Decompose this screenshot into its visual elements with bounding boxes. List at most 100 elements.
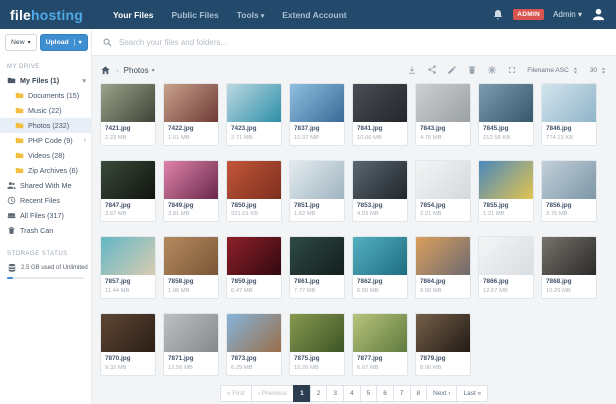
pagination-page-8[interactable]: 8 xyxy=(410,385,428,402)
file-card[interactable]: 7422.jpg1.61 MB xyxy=(163,83,219,146)
file-thumbnail[interactable] xyxy=(416,314,470,352)
upload-button[interactable]: Upload▾ xyxy=(40,34,88,51)
sidebar-item-my-files-1[interactable]: My Files (1)▾ xyxy=(0,73,91,88)
file-thumbnail[interactable] xyxy=(479,237,533,275)
file-thumbnail[interactable] xyxy=(479,84,533,122)
pagination-page-5[interactable]: 5 xyxy=(360,385,378,402)
new-button[interactable]: New▾ xyxy=(5,34,37,51)
file-card[interactable]: 7866.jpg12.67 MB xyxy=(478,236,534,299)
sidebar-item-documents-15[interactable]: Documents (15) xyxy=(0,88,91,103)
sidebar-item-php-code-9[interactable]: PHP Code (9)› xyxy=(0,133,91,148)
file-thumbnail[interactable] xyxy=(227,161,281,199)
file-card[interactable]: 7846.jpg774.13 KB xyxy=(541,83,597,146)
file-card[interactable]: 7841.jpg10.00 MB xyxy=(352,83,408,146)
file-thumbnail[interactable] xyxy=(416,237,470,275)
file-thumbnail[interactable] xyxy=(416,161,470,199)
sort-dropdown[interactable]: Filename ASC xyxy=(527,66,580,75)
sidebar-item-shared-with-me[interactable]: Shared With Me xyxy=(0,178,91,193)
file-card[interactable]: 7855.jpg1.21 MB xyxy=(478,160,534,223)
download-icon[interactable] xyxy=(407,65,417,75)
chevron-down-icon[interactable]: ▾ xyxy=(82,77,86,85)
pagination-previous[interactable]: ‹ Previous xyxy=(251,385,294,402)
file-thumbnail[interactable] xyxy=(227,84,281,122)
pencil-icon[interactable] xyxy=(447,65,457,75)
file-card[interactable]: 7854.jpg2.21 MB xyxy=(415,160,471,223)
file-card[interactable]: 7879.jpg8.06 MB xyxy=(415,313,471,376)
file-thumbnail[interactable] xyxy=(227,237,281,275)
pagination-page-6[interactable]: 6 xyxy=(376,385,394,402)
file-card[interactable]: 7849.jpg3.81 MB xyxy=(163,160,219,223)
file-thumbnail[interactable] xyxy=(290,84,344,122)
file-card[interactable]: 7850.jpg921.01 KB xyxy=(226,160,282,223)
file-thumbnail[interactable] xyxy=(290,237,344,275)
file-thumbnail[interactable] xyxy=(101,161,155,199)
file-thumbnail[interactable] xyxy=(353,84,407,122)
pagination-first[interactable]: « First xyxy=(220,385,252,402)
home-icon[interactable] xyxy=(100,65,111,76)
sidebar-item-trash-can[interactable]: Trash Can xyxy=(0,223,91,238)
file-card[interactable]: 7423.jpg2.71 MB xyxy=(226,83,282,146)
share-icon[interactable] xyxy=(427,65,437,75)
file-card[interactable]: 7859.jpg6.47 MB xyxy=(226,236,282,299)
trash-icon[interactable] xyxy=(467,65,477,75)
pagination-page-1[interactable]: 1 xyxy=(293,385,311,402)
sidebar-item-music-22[interactable]: Music (22) xyxy=(0,103,91,118)
file-thumbnail[interactable] xyxy=(416,84,470,122)
file-card[interactable]: 7862.jpg6.50 MB xyxy=(352,236,408,299)
file-thumbnail[interactable] xyxy=(290,161,344,199)
file-thumbnail[interactable] xyxy=(353,161,407,199)
bell-icon[interactable] xyxy=(492,9,504,21)
file-thumbnail[interactable] xyxy=(164,161,218,199)
file-card[interactable]: 7858.jpg1.96 MB xyxy=(163,236,219,299)
sidebar-item-all-files-317[interactable]: All Files (317) xyxy=(0,208,91,223)
file-card[interactable]: 7870.jpg9.32 MB xyxy=(100,313,156,376)
file-card[interactable]: 7861.jpg7.77 MB xyxy=(289,236,345,299)
nav-link-your-files[interactable]: Your Files xyxy=(113,10,153,20)
file-thumbnail[interactable] xyxy=(542,161,596,199)
file-card[interactable]: 7853.jpg4.03 MB xyxy=(352,160,408,223)
file-thumbnail[interactable] xyxy=(164,314,218,352)
sidebar-item-videos-28[interactable]: Videos (28) xyxy=(0,148,91,163)
expand-icon[interactable] xyxy=(507,65,517,75)
user-menu[interactable]: Admin ▾ xyxy=(553,10,582,19)
sidebar-item-recent-files[interactable]: Recent Files xyxy=(0,193,91,208)
file-thumbnail[interactable] xyxy=(479,161,533,199)
file-card[interactable]: 7847.jpg3.67 MB xyxy=(100,160,156,223)
file-thumbnail[interactable] xyxy=(290,314,344,352)
pagination-last[interactable]: Last » xyxy=(456,385,488,402)
file-card[interactable]: 7864.jpg8.58 MB xyxy=(415,236,471,299)
file-card[interactable]: 7875.jpg10.26 MB xyxy=(289,313,345,376)
file-thumbnail[interactable] xyxy=(101,314,155,352)
file-card[interactable]: 7877.jpg6.67 MB xyxy=(352,313,408,376)
file-thumbnail[interactable] xyxy=(542,237,596,275)
nav-link-public-files[interactable]: Public Files xyxy=(171,10,218,20)
sidebar-item-zip-archives-6[interactable]: Zip Archives (6) xyxy=(0,163,91,178)
file-card[interactable]: 7856.jpg3.76 MB xyxy=(541,160,597,223)
file-card[interactable]: 7871.jpg12.56 MB xyxy=(163,313,219,376)
file-card[interactable]: 7851.jpg1.62 MB xyxy=(289,160,345,223)
file-thumbnail[interactable] xyxy=(164,237,218,275)
file-card[interactable]: 7837.jpg10.37 MB xyxy=(289,83,345,146)
nav-link-extend-account[interactable]: Extend Account xyxy=(282,10,346,20)
file-thumbnail[interactable] xyxy=(101,237,155,275)
chevron-right-icon[interactable]: › xyxy=(84,137,86,144)
pagination-page-2[interactable]: 2 xyxy=(310,385,328,402)
breadcrumb-folder-dropdown[interactable]: Photos▾ xyxy=(124,66,155,75)
page-size-dropdown[interactable]: 30 xyxy=(590,66,608,75)
file-card[interactable]: 7873.jpg6.29 MB xyxy=(226,313,282,376)
file-thumbnail[interactable] xyxy=(227,314,281,352)
chevron-down-icon[interactable]: ▾ xyxy=(74,39,82,46)
file-card[interactable]: 7843.jpg4.76 MB xyxy=(415,83,471,146)
file-thumbnail[interactable] xyxy=(353,314,407,352)
pagination-page-4[interactable]: 4 xyxy=(343,385,361,402)
file-card[interactable]: 7421.jpg2.23 MB xyxy=(100,83,156,146)
search-input[interactable] xyxy=(119,38,606,47)
file-card[interactable]: 7845.jpg212.58 KB xyxy=(478,83,534,146)
file-card[interactable]: 7868.jpg10.29 MB xyxy=(541,236,597,299)
file-thumbnail[interactable] xyxy=(101,84,155,122)
sidebar-item-photos-232[interactable]: Photos (232) xyxy=(0,118,91,133)
pagination-page-7[interactable]: 7 xyxy=(393,385,411,402)
file-card[interactable]: 7857.jpg11.44 MB xyxy=(100,236,156,299)
file-thumbnail[interactable] xyxy=(542,84,596,122)
avatar[interactable] xyxy=(591,7,606,22)
